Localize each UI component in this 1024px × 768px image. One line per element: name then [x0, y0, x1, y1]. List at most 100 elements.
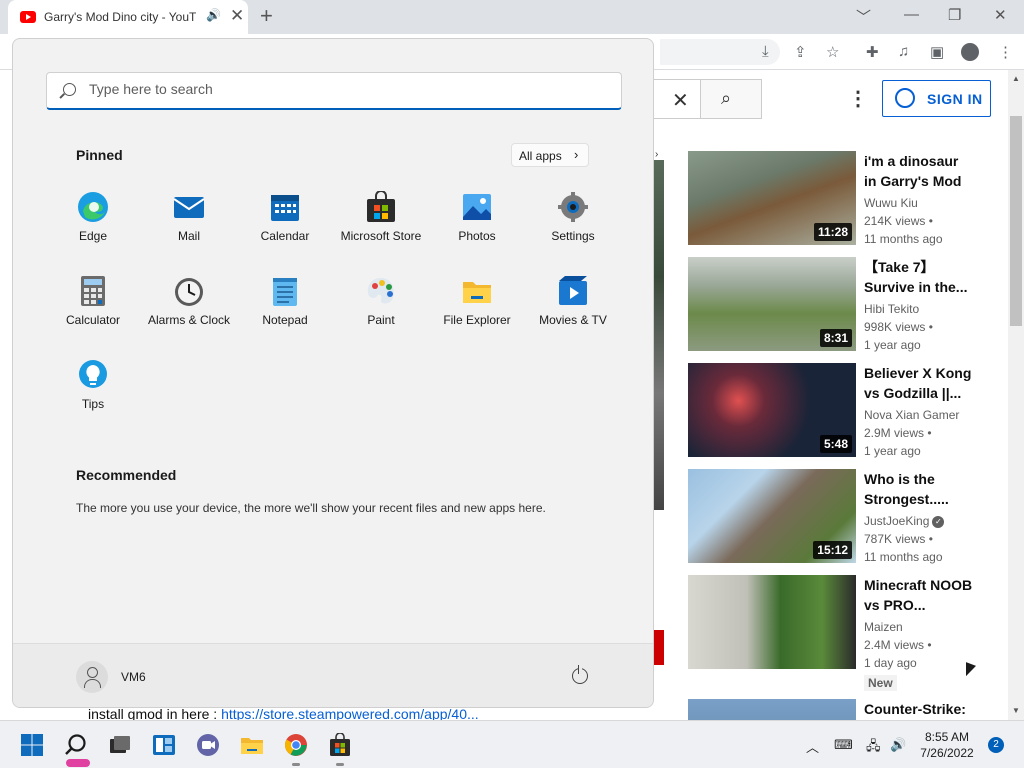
- sign-in-label: SIGN IN: [927, 91, 983, 107]
- media-control-icon[interactable]: ♫: [898, 43, 909, 60]
- start-search-input[interactable]: [89, 81, 589, 97]
- related-video[interactable]: Minecraft NOOB vs PRO... Maizen 2.4M vie…: [688, 575, 988, 695]
- chrome-icon[interactable]: [284, 733, 308, 757]
- power-icon[interactable]: [572, 665, 588, 684]
- clock-icon: [175, 278, 203, 306]
- search-icon[interactable]: [64, 733, 88, 757]
- chrome-menu-icon[interactable]: ⋮: [998, 43, 1013, 61]
- related-video[interactable]: 5:48 Believer X Kong vs Godzilla ||... N…: [688, 363, 988, 463]
- subscribe-button[interactable]: [654, 630, 664, 665]
- video-thumbnail[interactable]: 5:48: [688, 363, 856, 457]
- video-title[interactable]: i'm a dinosaur in Garry's Mod: [864, 151, 974, 191]
- windows-start-icon[interactable]: [20, 733, 44, 757]
- pinned-app-tips[interactable]: Tips: [45, 359, 141, 429]
- pinned-app-notepad[interactable]: Notepad: [237, 275, 333, 345]
- view-count: 214K views •: [864, 214, 933, 228]
- channel-name[interactable]: Maizen: [864, 620, 903, 634]
- video-thumbnail[interactable]: 8:31: [688, 257, 856, 351]
- video-title[interactable]: Minecraft NOOB vs PRO...: [864, 575, 974, 615]
- related-video[interactable]: Counter-Strike:: [688, 699, 988, 720]
- app-name: Settings: [551, 229, 595, 243]
- pinned-app-paint[interactable]: Paint: [333, 275, 429, 345]
- user-avatar[interactable]: [76, 661, 108, 693]
- restore-button[interactable]: ❐: [948, 6, 961, 24]
- pinned-app-edge[interactable]: Edge: [45, 191, 141, 261]
- store-icon: [367, 191, 395, 222]
- video-duration: 15:12: [813, 541, 852, 559]
- paint-icon: [367, 278, 394, 304]
- all-apps-label: All apps: [519, 149, 562, 163]
- start-search-box[interactable]: [46, 72, 622, 110]
- scrollbar-thumb[interactable]: [1010, 116, 1022, 326]
- view-count: 998K views •: [864, 320, 933, 334]
- pinned-app-microsoft-store[interactable]: Microsoft Store: [333, 191, 429, 261]
- upload-age: 1 day ago: [864, 656, 917, 670]
- close-window-button[interactable]: ✕: [994, 6, 1007, 24]
- profile-avatar[interactable]: [961, 43, 979, 61]
- share-icon[interactable]: ⇪: [794, 43, 807, 61]
- pinned-heading: Pinned: [76, 147, 123, 163]
- video-thumbnail[interactable]: 11:28: [688, 151, 856, 245]
- speaker-icon[interactable]: 🔊: [206, 8, 221, 22]
- mail-icon: [173, 197, 205, 218]
- video-thumbnail[interactable]: [688, 575, 856, 669]
- video-thumbnail[interactable]: 15:12: [688, 469, 856, 563]
- pinned-app-movies-tv[interactable]: Movies & TV: [525, 275, 621, 345]
- channel-name[interactable]: Nova Xian Gamer: [864, 408, 959, 422]
- pinned-app-file-explorer[interactable]: File Explorer: [429, 275, 525, 345]
- file-explorer-icon[interactable]: [240, 733, 264, 757]
- video-title[interactable]: Who is the Strongest.....: [864, 469, 974, 509]
- widgets-icon[interactable]: [152, 733, 176, 757]
- browser-tab[interactable]: Garry's Mod Dino city - YouTube 🔊 ✕: [8, 0, 248, 34]
- tab-title: Garry's Mod Dino city - YouTube: [44, 10, 196, 24]
- channel-name[interactable]: Wuwu Kiu: [864, 196, 918, 210]
- sign-in-button[interactable]: SIGN IN: [882, 80, 991, 117]
- related-video[interactable]: 11:28 i'm a dinosaur in Garry's Mod Wuwu…: [688, 151, 988, 251]
- pinned-app-settings[interactable]: Settings: [525, 191, 621, 261]
- video-title[interactable]: 【Take 7】Survive in the...: [864, 257, 974, 297]
- start-menu: Pinned All apps › Edge Mail Calendar: [12, 38, 654, 708]
- teams-chat-icon[interactable]: [196, 733, 220, 757]
- hidden-icons-chevron-icon[interactable]: ︿: [806, 737, 819, 756]
- scroll-down-icon[interactable]: ▼: [1012, 706, 1020, 715]
- clock[interactable]: 8:55 AM 7/26/2022: [912, 729, 982, 761]
- install-icon[interactable]: ⤓: [762, 43, 769, 60]
- app-name: Movies & TV: [539, 313, 607, 327]
- bookmark-star-icon[interactable]: ☆: [826, 43, 839, 61]
- volume-icon[interactable]: 🔊: [890, 737, 906, 753]
- chevron-right-icon[interactable]: ›: [655, 149, 658, 160]
- channel-name[interactable]: JustJoeKing ✓: [864, 514, 945, 528]
- related-video[interactable]: 8:31 【Take 7】Survive in the... Hibi Teki…: [688, 257, 988, 357]
- side-panel-icon[interactable]: ▣: [930, 43, 944, 61]
- extensions-icon[interactable]: ✚: [866, 43, 879, 61]
- video-title[interactable]: Counter-Strike:: [864, 699, 974, 719]
- pinned-app-photos[interactable]: Photos: [429, 191, 525, 261]
- pinned-app-alarms-clock[interactable]: Alarms & Clock: [141, 275, 237, 345]
- all-apps-button[interactable]: All apps ›: [511, 143, 589, 167]
- pinned-app-calculator[interactable]: Calculator: [45, 275, 141, 345]
- network-icon[interactable]: 🖧: [866, 737, 881, 759]
- minimize-button[interactable]: —: [904, 6, 919, 23]
- pinned-app-calendar[interactable]: Calendar: [237, 191, 333, 261]
- video-thumbnail[interactable]: [688, 699, 856, 720]
- channel-name[interactable]: Hibi Tekito: [864, 302, 919, 316]
- notification-badge[interactable]: 2: [988, 737, 1004, 753]
- more-options-icon[interactable]: ⋮: [848, 86, 868, 111]
- clear-search-icon[interactable]: ✕: [672, 88, 689, 113]
- keyboard-icon[interactable]: ⌨: [834, 737, 853, 753]
- search-icon: [63, 83, 76, 96]
- pinned-app-mail[interactable]: Mail: [141, 191, 237, 261]
- related-video[interactable]: 15:12 Who is the Strongest..... JustJoeK…: [688, 469, 988, 569]
- store-icon[interactable]: [328, 733, 352, 757]
- clock-date: 7/26/2022: [920, 746, 974, 760]
- close-tab-icon[interactable]: ✕: [230, 6, 244, 26]
- tab-search-icon[interactable]: ﹀: [856, 6, 871, 27]
- task-view-icon[interactable]: [108, 733, 132, 757]
- page-scrollbar[interactable]: ▲ ▼: [1008, 70, 1024, 720]
- new-tab-button[interactable]: +: [260, 3, 273, 29]
- video-title[interactable]: Believer X Kong vs Godzilla ||...: [864, 363, 974, 403]
- youtube-search-button[interactable]: ⌕: [700, 79, 762, 119]
- user-name[interactable]: VM6: [121, 670, 146, 684]
- video-player[interactable]: [654, 160, 664, 510]
- scroll-up-icon[interactable]: ▲: [1012, 74, 1020, 83]
